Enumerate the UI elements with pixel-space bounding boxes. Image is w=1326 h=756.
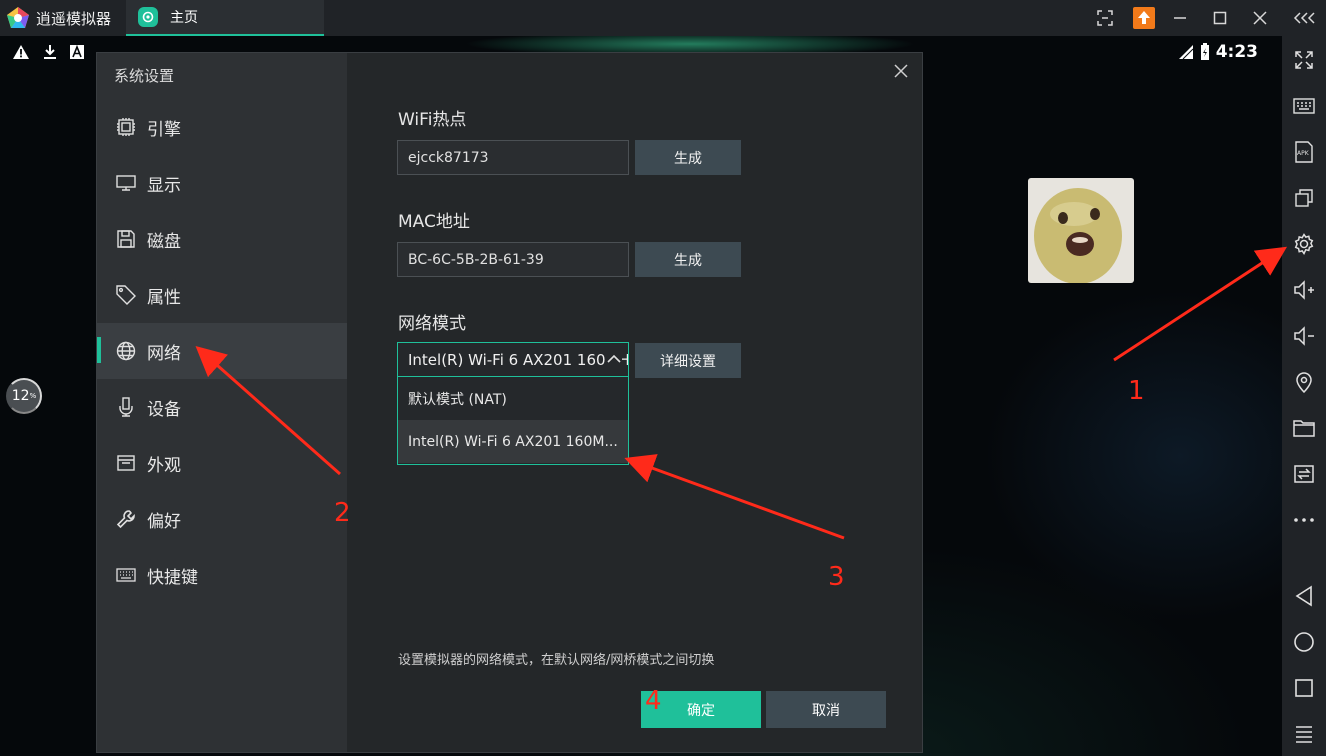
annotation-number-4: 4 xyxy=(645,686,662,716)
home-icon[interactable] xyxy=(1290,628,1318,656)
nav-item-engine[interactable]: 引擎 xyxy=(97,99,347,155)
status-icons-right: 4:23 xyxy=(1178,42,1258,62)
nav-label-disk: 磁盘 xyxy=(147,231,181,252)
wifi-hotspot-label: WiFi热点 xyxy=(398,110,467,130)
network-mode-label: 网络模式 xyxy=(398,314,466,334)
minimize-icon[interactable] xyxy=(1168,6,1192,30)
settings-gear-icon[interactable] xyxy=(1290,230,1318,258)
chip-icon xyxy=(115,116,137,138)
mac-address-label: MAC地址 xyxy=(398,212,470,232)
svg-text:APK: APK xyxy=(1297,150,1310,157)
menu-list-icon[interactable] xyxy=(1290,720,1318,748)
app-brand: 逍遥模拟器 xyxy=(0,0,111,36)
volume-down-icon[interactable] xyxy=(1290,322,1318,350)
keyboard-icon[interactable] xyxy=(1290,92,1318,120)
dropdown-option-nat[interactable]: 默认模式 (NAT) xyxy=(398,377,628,420)
nav-label-engine: 引擎 xyxy=(147,119,181,140)
back-icon[interactable] xyxy=(1290,582,1318,610)
nav-item-network[interactable]: 网络 xyxy=(97,323,347,379)
app-logo-icon xyxy=(7,7,29,28)
nav-label-appearance: 外观 xyxy=(147,455,181,476)
system-settings-dialog: 系统设置 引擎 显示 磁盘 属性 网络 设备 外观 偏好 快捷键 WiFi热点 … xyxy=(96,52,923,753)
nav-label-network: 网络 xyxy=(147,343,181,364)
monitor-icon xyxy=(115,172,137,194)
chevron-up-icon xyxy=(606,351,622,367)
nav-item-preferences[interactable]: 偏好 xyxy=(97,491,347,547)
close-window-icon[interactable] xyxy=(1248,6,1272,30)
warning-icon xyxy=(13,45,29,59)
title-bar: 逍遥模拟器 主页 xyxy=(0,0,1326,36)
close-dialog-icon[interactable] xyxy=(893,63,913,83)
mac-generate-button[interactable]: 生成 xyxy=(635,242,741,277)
nav-item-properties[interactable]: 属性 xyxy=(97,267,347,323)
signal-icon xyxy=(1178,45,1194,60)
battery-icon xyxy=(1200,43,1209,60)
nav-item-display[interactable]: 显示 xyxy=(97,155,347,211)
dropdown-option-bridge[interactable]: Intel(R) Wi-Fi 6 AX201 160M... xyxy=(398,420,628,463)
tab-home[interactable]: 主页 xyxy=(126,0,324,36)
nav-label-properties: 属性 xyxy=(147,287,181,308)
nav-label-display: 显示 xyxy=(147,175,181,196)
upload-icon[interactable] xyxy=(1132,6,1156,30)
network-mode-select[interactable]: Intel(R) Wi-Fi 6 AX201 160MHz xyxy=(397,342,629,377)
globe-icon xyxy=(115,340,137,362)
location-icon[interactable] xyxy=(1290,368,1318,396)
download-icon xyxy=(44,45,56,59)
app-notify-icon xyxy=(70,45,84,59)
avatar-image xyxy=(1028,178,1134,283)
tab-home-label: 主页 xyxy=(170,10,198,26)
annotation-number-3: 3 xyxy=(828,562,845,592)
tag-icon xyxy=(115,284,137,306)
network-mode-hint: 设置模拟器的网络模式，在默认网络/网桥模式之间切换 xyxy=(398,653,715,668)
volume-up-icon[interactable] xyxy=(1290,276,1318,304)
nav-label-shortcuts: 快捷键 xyxy=(147,567,198,588)
recent-apps-icon[interactable] xyxy=(1290,674,1318,702)
dialog-title: 系统设置 xyxy=(114,67,175,85)
nav-label-preferences: 偏好 xyxy=(147,511,181,532)
settings-nav: 系统设置 引擎 显示 磁盘 属性 网络 设备 外观 偏好 快捷键 xyxy=(97,53,347,752)
progress-value: 12 xyxy=(11,388,30,404)
nav-item-device[interactable]: 设备 xyxy=(97,379,347,435)
multi-window-icon[interactable] xyxy=(1290,184,1318,212)
clock: 4:23 xyxy=(1215,42,1258,62)
detail-settings-button[interactable]: 详细设置 xyxy=(635,343,741,378)
disk-icon xyxy=(115,228,137,250)
apk-install-icon[interactable]: APK xyxy=(1290,138,1318,166)
collapse-sidebar-icon[interactable] xyxy=(1291,6,1319,30)
progress-badge[interactable]: 12% xyxy=(6,378,42,414)
home-tab-icon xyxy=(138,7,158,27)
wifi-hotspot-input[interactable]: ejcck87173 xyxy=(397,140,629,175)
mac-address-input[interactable]: BC-6C-5B-2B-61-39 xyxy=(397,242,629,277)
network-mode-selected: Intel(R) Wi-Fi 6 AX201 160MHz xyxy=(408,350,629,369)
wrench-icon xyxy=(115,508,137,530)
annotation-number-2: 2 xyxy=(334,498,351,528)
fullscreen-icon[interactable] xyxy=(1290,46,1318,74)
keyboard-icon xyxy=(115,564,137,586)
maximize-icon[interactable] xyxy=(1208,6,1232,30)
nav-item-appearance[interactable]: 外观 xyxy=(97,435,347,491)
more-icon[interactable] xyxy=(1290,506,1318,534)
emulator-toolbar: APK xyxy=(1282,36,1326,756)
wifi-generate-button[interactable]: 生成 xyxy=(635,140,741,175)
microphone-icon xyxy=(115,396,137,418)
screenshot-icon[interactable] xyxy=(1093,6,1117,30)
nav-label-device: 设备 xyxy=(147,399,181,420)
cancel-button[interactable]: 取消 xyxy=(766,691,886,728)
nav-item-disk[interactable]: 磁盘 xyxy=(97,211,347,267)
window-icon xyxy=(115,452,137,474)
nav-item-shortcuts[interactable]: 快捷键 xyxy=(97,547,347,603)
folder-icon[interactable] xyxy=(1290,414,1318,442)
sync-icon[interactable] xyxy=(1290,460,1318,488)
status-icons-left xyxy=(12,44,84,60)
app-title: 逍遥模拟器 xyxy=(36,9,112,28)
network-mode-dropdown: 默认模式 (NAT) Intel(R) Wi-Fi 6 AX201 160M..… xyxy=(397,377,629,465)
annotation-number-1: 1 xyxy=(1128,376,1145,406)
progress-unit: % xyxy=(29,392,37,400)
